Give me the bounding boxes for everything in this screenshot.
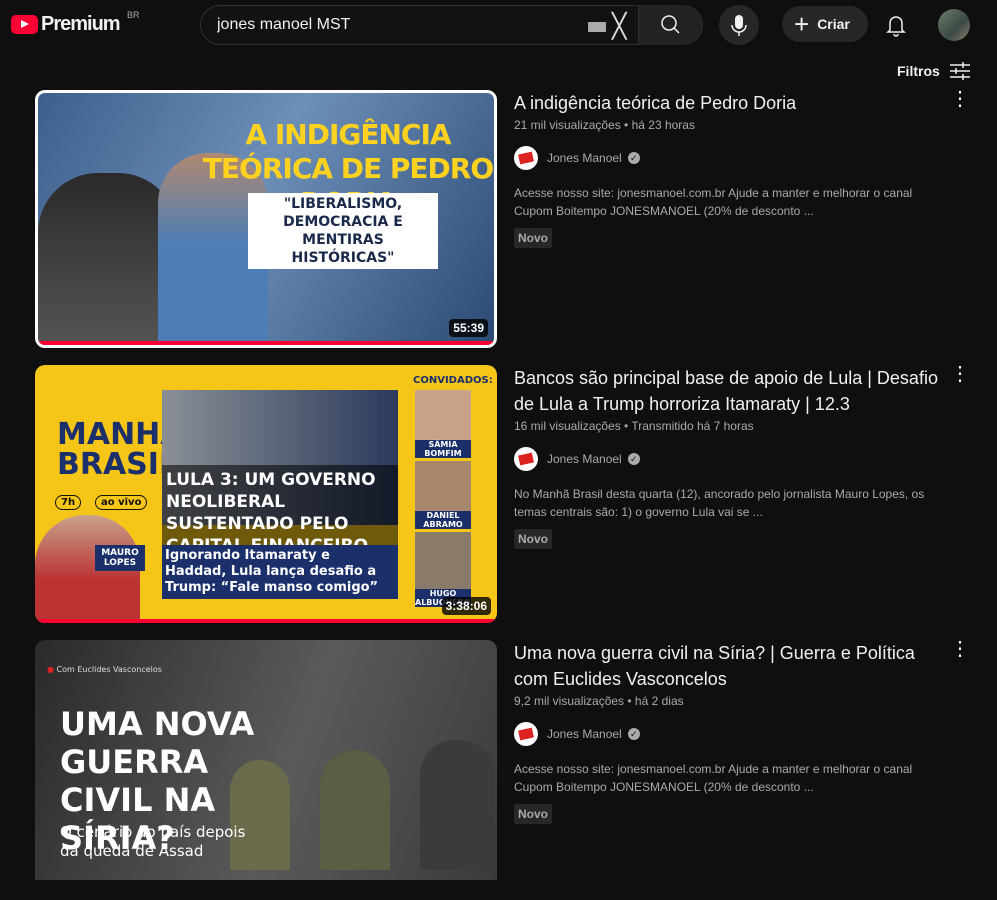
video-result: MANHÃ BRASIL 7h ao vivo MAURO LOPES LULA… <box>35 364 985 625</box>
more-actions-icon[interactable]: ⋮ <box>950 89 970 109</box>
video-metadata: 16 mil visualizações • Transmitido há 7 … <box>514 419 754 433</box>
video-result: ● Com Euclides Vasconcelos UMA NOVA GUER… <box>35 639 985 900</box>
guest-photo: SÂMIA BOMFIM <box>415 390 471 458</box>
view-count: 16 mil visualizações <box>514 419 621 433</box>
channel-name[interactable]: Jones Manoel <box>547 727 622 741</box>
upload-time: há 23 horas <box>631 118 695 132</box>
verified-icon: ✓ <box>627 152 640 164</box>
thumbnail-subtitle: O cenário do país depois da queda de Ass… <box>60 823 246 860</box>
video-description: No Manhã Brasil desta quarta (12), ancor… <box>514 487 925 519</box>
video-metadata: 9,2 mil visualizações • há 2 dias <box>514 694 684 708</box>
thumbnail-show-name: MANHÃ BRASIL <box>57 417 184 482</box>
voice-search-button[interactable] <box>719 5 759 45</box>
logo-text: Premium <box>41 13 121 35</box>
channel-avatar[interactable] <box>514 146 538 170</box>
video-title[interactable]: Uma nova guerra civil na Síria? | Guerra… <box>514 640 944 692</box>
channel-link[interactable]: Jones Manoel ✓ <box>514 146 944 170</box>
channel-avatar[interactable] <box>514 447 538 471</box>
view-count: 21 mil visualizações <box>514 118 621 132</box>
keyboard-icon[interactable] <box>588 22 606 32</box>
thumbnail-host-name: MAURO LOPES <box>95 545 145 571</box>
verified-icon: ✓ <box>627 453 640 465</box>
video-title[interactable]: Bancos são principal base de apoio de Lu… <box>514 365 944 417</box>
create-label: Criar <box>817 16 850 32</box>
guest-photo: DANIEL ABRAMO <box>415 461 471 529</box>
filters-button[interactable]: Filtros <box>897 62 970 80</box>
create-button[interactable]: + Criar <box>782 6 868 42</box>
masthead: Premium BR ╳ + Criar <box>0 0 997 50</box>
guest-name: DANIEL ABRAMO <box>415 511 471 529</box>
account-avatar[interactable] <box>938 9 970 41</box>
channel-name[interactable]: Jones Manoel <box>547 151 622 165</box>
channel-link[interactable]: Jones Manoel ✓ <box>514 447 944 471</box>
thumbnail-guests-label: CONVIDADOS: <box>413 375 493 386</box>
new-badge: Novo <box>514 228 552 248</box>
video-thumbnail[interactable]: ● Com Euclides Vasconcelos UMA NOVA GUER… <box>35 640 497 880</box>
upload-time: há 2 dias <box>634 694 684 708</box>
video-metadata: 21 mil visualizações • há 23 horas <box>514 118 695 132</box>
video-duration: 55:39 <box>449 319 488 337</box>
verified-icon: ✓ <box>627 728 640 740</box>
thumbnail-subtitle: Ignorando Itamaraty e Haddad, Lula lança… <box>162 545 398 599</box>
video-info: Bancos são principal base de apoio de Lu… <box>514 365 944 549</box>
channel-link[interactable]: Jones Manoel ✓ <box>514 722 944 746</box>
channel-avatar[interactable] <box>514 722 538 746</box>
new-badge: Novo <box>514 804 552 824</box>
youtube-premium-logo[interactable]: Premium BR <box>11 10 140 36</box>
view-count: 9,2 mil visualizações <box>514 694 625 708</box>
channel-name[interactable]: Jones Manoel <box>547 452 622 466</box>
thumbnail-live: ao vivo <box>95 495 148 510</box>
video-duration: 3:38:06 <box>441 597 491 615</box>
microphone-icon <box>731 15 747 36</box>
video-title[interactable]: A indigência teórica de Pedro Doria <box>514 90 944 116</box>
thumbnail-person <box>38 173 178 345</box>
video-description: Acesse nosso site: jonesmanoel.com.br Aj… <box>514 762 913 794</box>
thumbnail-time: 7h <box>55 495 82 510</box>
video-result: A INDIGÊNCIA TEÓRICA DE PEDRO DORIA "LIB… <box>35 89 985 350</box>
youtube-play-icon <box>11 15 38 34</box>
guest-name: SÂMIA BOMFIM <box>415 440 471 458</box>
watch-progress-bar <box>35 619 497 623</box>
guest-photo: HUGO ALBUQUERQUE <box>415 532 471 607</box>
video-thumbnail[interactable]: A INDIGÊNCIA TEÓRICA DE PEDRO DORIA "LIB… <box>35 90 497 348</box>
thumbnail-tag: ● Com Euclides Vasconcelos <box>47 665 162 674</box>
more-actions-icon[interactable]: ⋮ <box>950 639 970 659</box>
video-description: Acesse nosso site: jonesmanoel.com.br Aj… <box>514 186 913 218</box>
search-box: ╳ <box>200 5 703 45</box>
region-code: BR <box>127 10 140 20</box>
more-actions-icon[interactable]: ⋮ <box>950 364 970 384</box>
filters-label: Filtros <box>897 63 940 79</box>
clear-search-icon[interactable]: ╳ <box>612 12 626 41</box>
thumbnail-person <box>420 740 495 870</box>
video-thumbnail[interactable]: MANHÃ BRASIL 7h ao vivo MAURO LOPES LULA… <box>35 365 497 623</box>
video-info: Uma nova guerra civil na Síria? | Guerra… <box>514 640 944 824</box>
new-badge: Novo <box>514 529 552 549</box>
notifications-bell-icon[interactable] <box>884 12 908 38</box>
thumbnail-quote: "LIBERALISMO, DEMOCRACIA E MENTIRAS HIST… <box>248 193 438 269</box>
plus-icon: + <box>794 9 810 39</box>
thumbnail-tag-text: Com Euclides Vasconcelos <box>56 665 162 674</box>
search-button[interactable] <box>638 5 702 45</box>
video-info: A indigência teórica de Pedro Doria 21 m… <box>514 90 944 248</box>
search-icon <box>661 15 680 34</box>
watch-progress-bar <box>38 341 494 345</box>
search-input[interactable] <box>217 6 577 44</box>
filter-sliders-icon <box>949 62 970 80</box>
thumbnail-person <box>320 750 390 870</box>
upload-time: Transmitido há 7 horas <box>631 419 754 433</box>
